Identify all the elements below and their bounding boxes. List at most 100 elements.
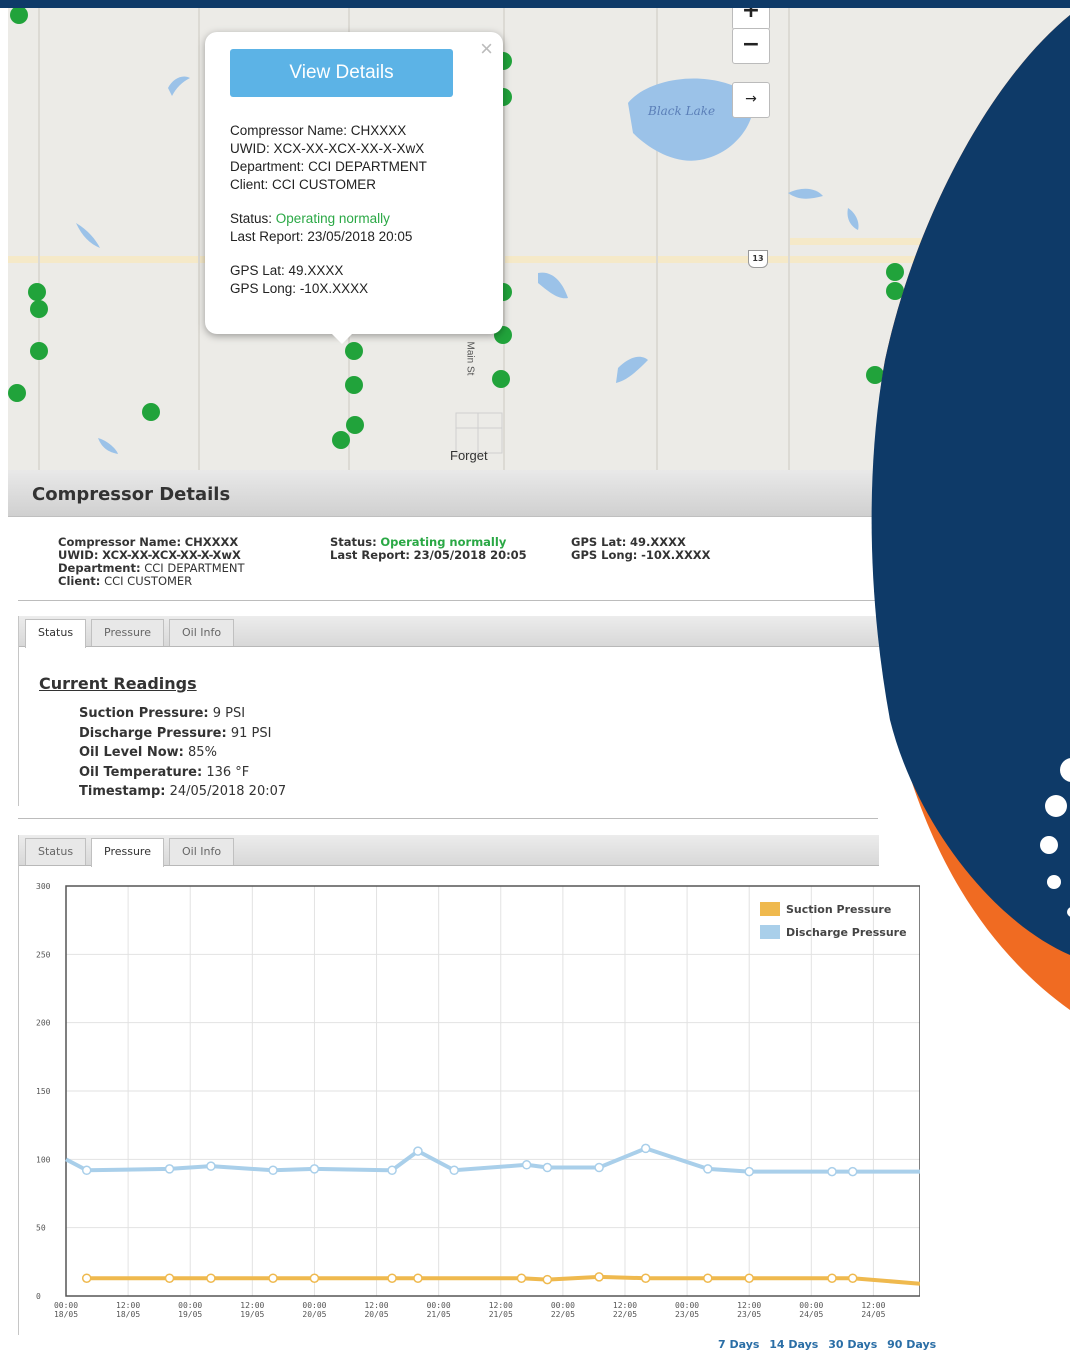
tab-pressure[interactable]: Pressure (91, 619, 164, 646)
oil-temp-label: Oil Temperature: (79, 764, 203, 780)
y-tick-label: 0 (36, 1292, 41, 1301)
range-14-days-link[interactable]: 14 Days (769, 1338, 818, 1351)
zoom-out-button[interactable]: − (732, 28, 770, 64)
compressor-marker[interactable] (886, 263, 904, 281)
popup-long-value: -10X.XXXX (299, 281, 369, 296)
map-water (76, 76, 859, 454)
y-tick-label: 100 (36, 1155, 51, 1164)
arrow-icon[interactable]: → (732, 82, 770, 118)
range-7-days-link[interactable]: 7 Days (718, 1338, 759, 1351)
readings-list: Suction Pressure: 9 PSI Discharge Pressu… (79, 704, 286, 802)
range-30-days-link[interactable]: 30 Days (828, 1338, 877, 1351)
data-point (744, 1166, 754, 1177)
status-value: Operating normally (380, 535, 507, 549)
compressor-marker[interactable] (886, 282, 904, 300)
data-point (413, 1146, 423, 1156)
data-point (703, 1164, 713, 1174)
x-tick-label: 12:00 (861, 1301, 885, 1310)
x-tick-label: 00:00 (178, 1301, 202, 1310)
page-title: Compressor Details (32, 484, 231, 505)
y-tick-label: 300 (36, 882, 51, 891)
compressor-marker[interactable] (345, 342, 363, 360)
popup-lat-value: 49.XXXX (288, 263, 344, 278)
x-tick-label: 12:00 (737, 1301, 761, 1310)
compressor-marker[interactable] (866, 366, 884, 384)
compressor-popup: × View Details Compressor Name: CHXXXX U… (205, 32, 503, 334)
y-tick-label: 250 (36, 950, 51, 959)
view-details-button[interactable]: View Details (230, 49, 453, 97)
data-point (827, 1273, 837, 1283)
zoom-in-button[interactable]: + (732, 8, 770, 30)
data-point (827, 1166, 837, 1177)
top-bar (0, 0, 1070, 8)
tab-oil-info[interactable]: Oil Info (169, 619, 235, 646)
compressor-marker[interactable] (332, 431, 350, 449)
x-tick-label: 22/05 (551, 1310, 575, 1319)
compressor-marker[interactable] (8, 384, 26, 402)
popup-pointer (328, 330, 356, 344)
details-info-column: Compressor Name: CHXXXX UWID: XCX-XX-XCX… (58, 536, 245, 588)
suction-value: 9 PSI (212, 706, 246, 721)
data-point (640, 1273, 651, 1283)
data-point (413, 1273, 423, 1283)
timestamp-label: Timestamp: (79, 784, 166, 799)
y-tick-label: 50 (36, 1224, 46, 1233)
lat-label: GPS Lat: (571, 535, 627, 549)
popup-report-value: 23/05/2018 20:05 (307, 229, 413, 244)
compressor-marker[interactable] (28, 283, 46, 301)
x-tick-label: 21/05 (427, 1310, 451, 1319)
compressor-marker[interactable] (30, 300, 48, 318)
data-point (164, 1273, 175, 1283)
data-point (268, 1165, 278, 1176)
close-icon[interactable]: × (480, 36, 493, 62)
popup-long-label: GPS Long: (230, 281, 297, 296)
data-point (206, 1161, 216, 1171)
oil-temp-value: 136 °F (206, 764, 250, 780)
popup-uwid-value: XCX-XX-XCX-XX-X-XwX (273, 141, 425, 156)
long-value: -10X.XXXX (641, 548, 711, 562)
data-point (542, 1274, 553, 1285)
details-header: Compressor Details (8, 470, 878, 517)
x-tick-label: 00:00 (54, 1301, 78, 1310)
highway-shield: 13 (748, 250, 768, 268)
report-value: 23/05/2018 20:05 (413, 548, 527, 562)
range-90-days-link[interactable]: 90 Days (887, 1338, 936, 1351)
compressor-marker[interactable] (30, 342, 48, 360)
x-tick-label: 23/05 (737, 1310, 761, 1319)
compressor-marker[interactable] (346, 416, 364, 434)
x-tick-label: 21/05 (489, 1310, 513, 1319)
data-point (268, 1273, 278, 1283)
popup-name-label: Compressor Name: (230, 123, 348, 138)
x-tick-label: 19/05 (178, 1310, 202, 1319)
popup-dept-label: Department: (230, 159, 305, 174)
compressor-marker[interactable] (492, 370, 510, 388)
data-point (516, 1273, 527, 1283)
data-point (81, 1273, 92, 1283)
suction-label: Suction Pressure: (79, 706, 209, 721)
legend-label: Discharge Pressure (786, 926, 907, 939)
long-label: GPS Long: (571, 548, 638, 562)
x-tick-label: 22/05 (613, 1310, 637, 1319)
client-value: CCI CUSTOMER (104, 574, 193, 588)
data-point (309, 1164, 320, 1174)
map-view[interactable]: Black Lake Forget Main St 13 + − → (8, 8, 1070, 470)
popup-status-label: Status: (230, 211, 273, 226)
tab-status[interactable]: Status (25, 619, 87, 648)
pressure-chart[interactable]: 05010015020025030000:0018/0512:0018/0500… (18, 856, 920, 1336)
status-label: Status: (330, 535, 377, 549)
x-tick-label: 00:00 (799, 1301, 823, 1310)
oil-level-value: 85% (188, 745, 217, 760)
data-point (847, 1166, 858, 1177)
report-label: Last Report: (330, 548, 410, 562)
town-label: Forget (450, 448, 488, 463)
compressor-marker[interactable] (142, 403, 160, 421)
y-tick-label: 150 (36, 1087, 51, 1096)
legend-label: Suction Pressure (786, 903, 891, 916)
x-tick-label: 23/05 (675, 1310, 699, 1319)
data-point (542, 1162, 553, 1173)
data-point (744, 1273, 754, 1283)
x-tick-label: 12:00 (489, 1301, 513, 1310)
data-point (309, 1273, 320, 1283)
name-value: CHXXXX (184, 535, 239, 549)
compressor-marker[interactable] (345, 376, 363, 394)
